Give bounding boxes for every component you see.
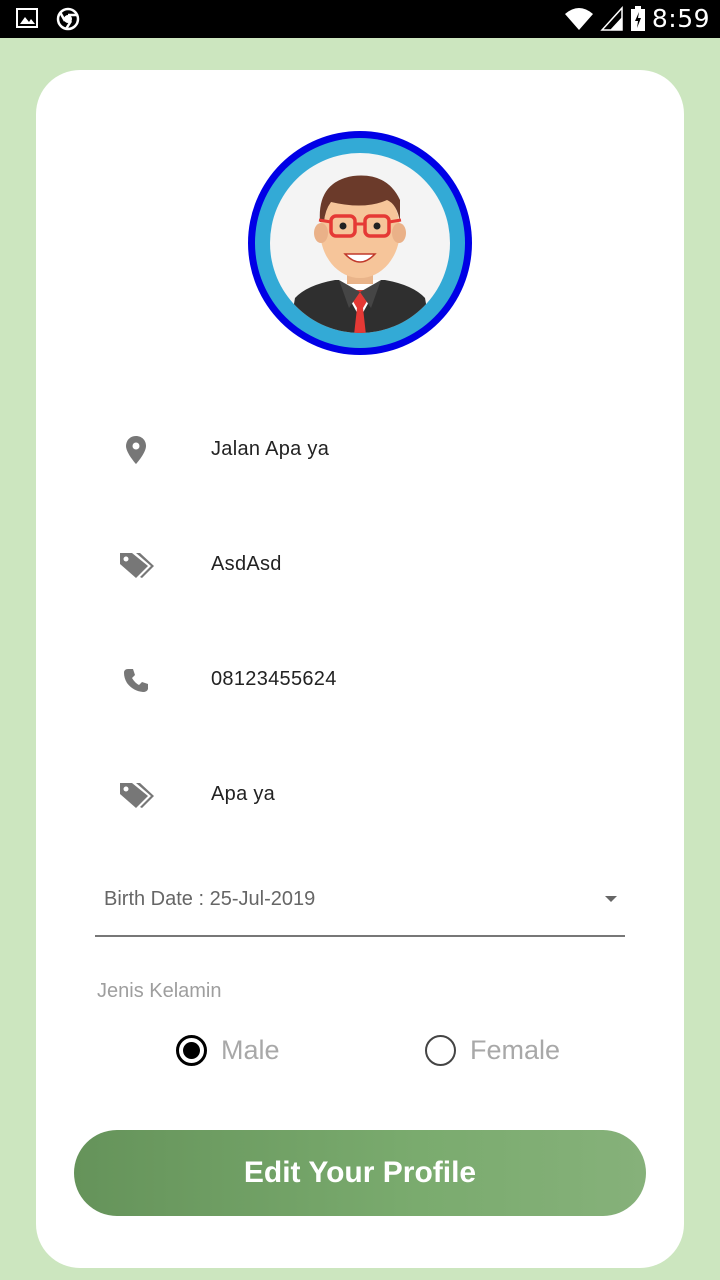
avatar[interactable] xyxy=(247,130,473,356)
gallery-icon xyxy=(16,8,38,28)
address-value: Jalan Apa ya xyxy=(211,438,330,460)
wifi-icon xyxy=(564,7,593,30)
status-time: 8:59 xyxy=(651,4,710,33)
tag-row-2: Apa ya xyxy=(36,765,684,825)
radio-female[interactable]: Female xyxy=(425,1030,560,1070)
phone-value: 08123455624 xyxy=(211,668,337,690)
dropdown-arrow-icon xyxy=(605,896,617,902)
signal-icon xyxy=(600,5,623,31)
phone-icon xyxy=(114,662,158,698)
chrome-icon xyxy=(56,7,80,31)
radio-male-label[interactable]: Male xyxy=(221,1035,280,1066)
profile-card: Jalan Apa ya AsdAsd 08123455624 Apa ya B… xyxy=(36,70,684,1268)
edit-profile-button[interactable]: Edit Your Profile xyxy=(74,1130,646,1216)
radio-female-indicator[interactable] xyxy=(425,1034,456,1066)
gender-label: Jenis Kelamin xyxy=(97,980,222,1002)
status-bar: 8:59 xyxy=(0,0,720,38)
location-pin-icon xyxy=(114,432,158,468)
tag-value-1: AsdAsd xyxy=(211,553,282,575)
tags-icon xyxy=(114,547,158,583)
address-row: Jalan Apa ya xyxy=(36,420,684,480)
radio-female-label[interactable]: Female xyxy=(470,1035,560,1066)
birth-date-label: Birth Date : 25-Jul-2019 xyxy=(104,888,316,910)
radio-male-indicator[interactable] xyxy=(176,1034,207,1066)
radio-male[interactable]: Male xyxy=(176,1030,280,1070)
phone-row: 08123455624 xyxy=(36,650,684,710)
tag-row-1: AsdAsd xyxy=(36,535,684,595)
tag-value-2: Apa ya xyxy=(211,783,276,805)
tags-icon xyxy=(114,777,158,813)
battery-charging-icon xyxy=(630,5,645,31)
birth-date-spinner[interactable]: Birth Date : 25-Jul-2019 xyxy=(95,878,625,937)
